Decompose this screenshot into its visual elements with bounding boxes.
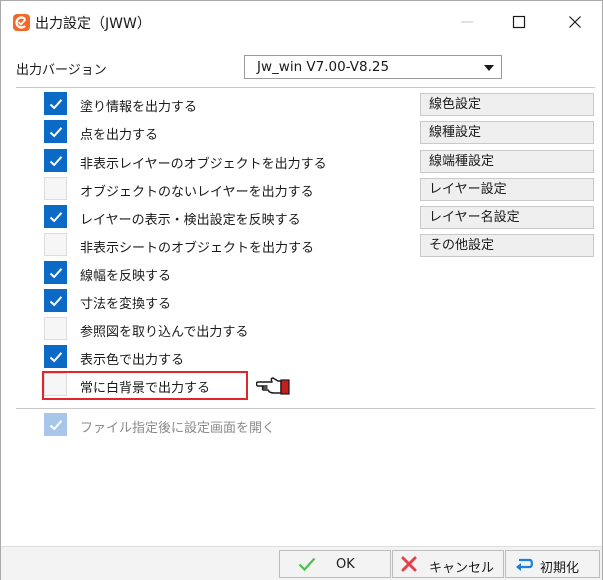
output-version-label: 出力バージョン — [16, 63, 107, 78]
minimize-icon — [461, 21, 473, 23]
checkbox[interactable] — [44, 261, 67, 284]
close-icon — [569, 16, 581, 28]
checkmark-icon — [49, 156, 63, 167]
ok-button[interactable]: OK — [279, 550, 391, 578]
option-label: 点を出力する — [80, 128, 159, 143]
initialize-button[interactable]: 初期化 — [505, 550, 600, 578]
window-title: 出力設定（JWW） — [35, 16, 151, 32]
option-label: 寸法を変換する — [80, 297, 172, 312]
line-color-settings-button[interactable]: 線色設定 — [420, 93, 594, 116]
checkbox[interactable] — [44, 345, 67, 368]
checkbox[interactable] — [44, 205, 67, 228]
checkmark-icon — [49, 352, 63, 363]
maximize-icon — [512, 15, 526, 29]
pointing-hand-icon — [256, 377, 290, 395]
other-settings-button[interactable]: その他設定 — [420, 234, 594, 257]
option-label: 参照図を取り込んで出力する — [80, 325, 249, 340]
cross-icon — [401, 556, 417, 572]
checkbox[interactable] — [44, 317, 67, 340]
app-logo-icon — [13, 14, 30, 31]
line-type-settings-button[interactable]: 線種設定 — [420, 121, 594, 144]
option-label: 塗り情報を出力する — [80, 100, 198, 115]
option-label: 非表示レイヤーのオブジェクトを出力する — [80, 157, 327, 172]
option-label: ファイル指定後に設定画面を開く — [80, 421, 276, 436]
line-end-settings-button[interactable]: 線端種設定 — [420, 150, 594, 173]
checkbox[interactable] — [44, 149, 67, 172]
cancel-button[interactable]: キャンセル — [392, 550, 504, 578]
checkbox[interactable] — [44, 233, 67, 256]
dialog-footer: OK キャンセル 初期化 — [1, 546, 602, 580]
cancel-label: キャンセル — [429, 561, 495, 576]
checkmark-icon — [49, 296, 63, 307]
output-settings-dialog: 出力設定（JWW） 出力バージョン Jw_win V7.00-V8.25 塗り情… — [0, 0, 603, 580]
checkbox[interactable] — [44, 120, 67, 143]
title-bar: 出力設定（JWW） — [1, 1, 602, 43]
option-label: レイヤーの表示・検出設定を反映する — [80, 213, 301, 228]
checkbox[interactable] — [44, 177, 67, 200]
layer-name-settings-button[interactable]: レイヤー名設定 — [420, 206, 594, 229]
dropdown-arrow-icon — [484, 65, 494, 71]
checkmark-icon — [49, 212, 63, 223]
checkbox[interactable] — [44, 289, 67, 312]
checkmark-icon — [49, 420, 63, 431]
output-version-select[interactable]: Jw_win V7.00-V8.25 — [244, 55, 502, 79]
check-icon — [298, 557, 316, 572]
checkbox[interactable] — [44, 92, 67, 115]
initialize-label: 初期化 — [540, 561, 580, 576]
layer-settings-button[interactable]: レイヤー設定 — [420, 178, 594, 201]
checkmark-icon — [49, 268, 63, 279]
checkmark-icon — [49, 127, 63, 138]
maximize-button[interactable] — [497, 7, 541, 37]
reset-arrow-icon — [516, 558, 533, 571]
output-version-value: Jw_win V7.00-V8.25 — [257, 59, 390, 75]
option-label: 線幅を反映する — [80, 269, 172, 284]
ok-label: OK — [336, 557, 355, 572]
highlight-box — [42, 371, 248, 400]
option-label: 非表示シートのオブジェクトを出力する — [80, 241, 315, 256]
option-label: オブジェクトのないレイヤーを出力する — [80, 185, 314, 200]
checkbox-disabled — [44, 413, 67, 436]
minimize-button[interactable] — [445, 7, 489, 37]
checkmark-icon — [49, 99, 63, 110]
close-button[interactable] — [553, 7, 597, 37]
option-label: 表示色で出力する — [80, 353, 185, 368]
